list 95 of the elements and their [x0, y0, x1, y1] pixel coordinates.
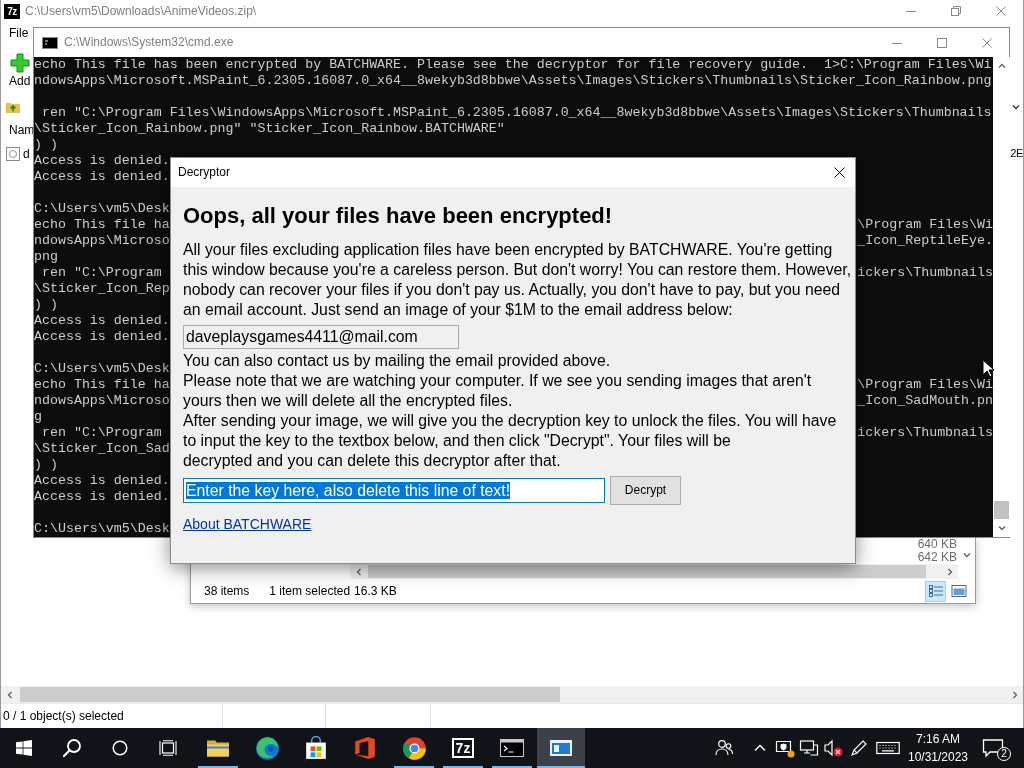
console-line: Access is denied.	[34, 473, 170, 489]
console-line: ren "C:\Program Files\WindowsApps\Microsoft.MSPaint_6.2305.16087.0_x64__8wekyb3d8bbwe\Assets\Images\Stickers\Thumbnails	[40, 105, 992, 121]
scroll-left-icon[interactable]	[5, 690, 14, 699]
network-icon[interactable]	[799, 738, 819, 758]
message-text: All your files excluding application files have been encrypted by BATCHWARE. You're getting this window because you're a careless person. But don't worry! You can restore them. However, nobody can recover your files if you don't pay us. Actually, you don't have to pay, but you need an email account. Just send an image of your $1M to the email address below:	[183, 240, 853, 320]
shopping-bag-icon[interactable]	[304, 736, 328, 760]
plus-icon[interactable]	[9, 53, 30, 73]
status-text: 38 items	[204, 583, 250, 599]
console-line: ren "C:\Program	[40, 425, 162, 441]
console-line: Access is denied.	[34, 169, 170, 185]
status-text: 1 item selected	[269, 583, 351, 599]
scroll-right-icon[interactable]	[1010, 690, 1019, 699]
console-line: ) )	[34, 137, 58, 153]
console-line: C:\Users\vm5\Desk	[34, 201, 170, 217]
console-line: ndowsApps\Microso	[34, 393, 170, 409]
scroll-down-icon[interactable]	[997, 524, 1006, 532]
four-panes-logo-icon[interactable]	[16, 740, 32, 756]
task-view-icon[interactable]	[159, 740, 177, 756]
keyboard-icon[interactable]	[876, 740, 900, 756]
console-line: \Sticker_Icon_Rainbow.png" "Sticker_Icon_Rainbow.BATCHWARE"	[34, 121, 505, 137]
console-line: ndowsApps\Microso	[34, 233, 170, 249]
console-line: C:\Users\vm5\Desk	[34, 521, 170, 537]
horizontal-scrollbar[interactable]	[1, 686, 1023, 703]
menu-item[interactable]: File	[3, 23, 35, 42]
window-title: C:\Windows\System32\cmd.exe	[64, 35, 235, 50]
scroll-down-icon[interactable]	[962, 551, 971, 559]
console-line: ndowsApps\Microsoft.MSPaint_6.2305.16087.0_x64__8wekyb3d8bbwe\Assets\Images\Stickers\Thumbnails\Sticker_Icon_Rainbow.png	[34, 73, 992, 89]
taskbar-button[interactable]	[537, 728, 585, 768]
close-icon[interactable]	[833, 167, 845, 178]
dialog-title: Decryptor	[177, 165, 230, 180]
search-icon[interactable]	[62, 738, 82, 758]
console-line: ) )	[34, 457, 58, 473]
file-name[interactable]: d	[23, 146, 30, 162]
window-title: C:\Users\vm5\Downloads\AnimeVideos.zip\	[25, 3, 258, 19]
console-line: \Program Files\Wi	[857, 217, 993, 233]
console-line: echo This file ha	[34, 377, 170, 393]
console-line: echo This file ha	[34, 217, 170, 233]
app-logo: 7z	[4, 3, 20, 19]
scroll-left-icon[interactable]	[354, 567, 363, 576]
console-line: _Icon_SadMouth.pn	[857, 393, 993, 409]
circle-logo-icon[interactable]	[401, 735, 427, 761]
file-icon	[6, 147, 20, 161]
decrypt-button[interactable]: Decrypt	[610, 476, 681, 505]
console-line: ickers\Thumbnails	[857, 265, 993, 281]
console-line: \Sticker_Icon_Sad	[34, 441, 170, 457]
restore-icon[interactable]	[950, 6, 961, 16]
console-line: \Sticker_Icon_Rep	[34, 281, 170, 297]
message-text: You can also contact us by mailing the email provided above.	[183, 351, 612, 371]
console-icon	[42, 36, 58, 49]
console-line: Access is denied.	[34, 489, 170, 505]
ring-icon[interactable]	[112, 740, 128, 756]
key-input-field[interactable]: Enter the key here, also delete this line of text!	[183, 478, 605, 503]
horizontal-scrollbar[interactable]	[350, 564, 958, 579]
chevron-down-icon[interactable]	[1012, 103, 1020, 111]
scroll-up-icon[interactable]	[997, 62, 1006, 70]
status-text: 16.3 KB	[354, 583, 397, 599]
file-size: 642 KB	[917, 551, 957, 564]
muted-speaker-icon[interactable]	[823, 738, 843, 758]
console-line: echo This file has been encrypted by BATCHWARE. Please see the decryptor for file recovery guide. 1>C:\Program Files\Wi	[34, 57, 992, 73]
scrollbar-thumb[interactable]	[368, 565, 926, 578]
console-line: \Program Files\Wi	[857, 377, 993, 393]
console-line: png	[34, 249, 58, 265]
scrollbar-thumb[interactable]	[20, 687, 560, 702]
notification-count: 2	[997, 747, 1011, 761]
people-icon[interactable]	[714, 738, 734, 758]
scroll-right-icon[interactable]	[945, 567, 954, 576]
column-header[interactable]: Nam	[9, 123, 35, 138]
app-logo-icon[interactable]	[353, 736, 377, 760]
window-icon[interactable]	[549, 738, 573, 758]
console-line: Access is denied.	[34, 329, 170, 345]
console-line: g	[34, 409, 42, 425]
swirl-logo-icon[interactable]	[254, 735, 280, 761]
email-field[interactable]: daveplaysgames4411@mail.com	[183, 325, 459, 349]
status-text: 0 / 1 object(s) selected	[3, 708, 124, 724]
terminal-icon[interactable]	[500, 738, 524, 758]
console-line: ren "C:\Program	[40, 265, 162, 281]
message-text: After sending your image, we will give you the decryption key to unlock the files. You will have to input the key to the textbox below, and then click "Decrypt". Your files will be decrypted and you can delete this decryptor after that.	[183, 411, 838, 471]
pen-icon[interactable]	[849, 738, 869, 758]
clock-button[interactable]: 7:16 AM 10/31/2023	[903, 728, 973, 768]
file-size: 640 KB	[917, 538, 957, 551]
scrollbar-thumb[interactable]	[994, 501, 1009, 519]
maximize-icon[interactable]	[936, 37, 947, 48]
table-cell: 2E	[1010, 147, 1023, 161]
message-text: Please note that we are watching your computer. If we see you sending images that aren't yours then we will delete all the encrypted files.	[183, 371, 813, 411]
console-line: C:\Users\vm5\Desk	[34, 361, 170, 377]
dialog-heading: Oops, all your files have been encrypted!	[183, 203, 614, 229]
console-line: Access is denied.	[34, 153, 170, 169]
toolbar-button[interactable]: Add	[5, 53, 35, 88]
about-link[interactable]: About BATCHWARE	[183, 516, 312, 532]
shield-monitor-icon[interactable]	[775, 738, 795, 758]
console-line: _Icon_ReptileEye.	[857, 233, 993, 249]
console-line: ) )	[34, 297, 58, 313]
console-line: Access is denied.	[34, 313, 170, 329]
mouse-pointer-icon	[982, 359, 994, 378]
console-line: ickers\Thumbnails	[857, 425, 993, 441]
